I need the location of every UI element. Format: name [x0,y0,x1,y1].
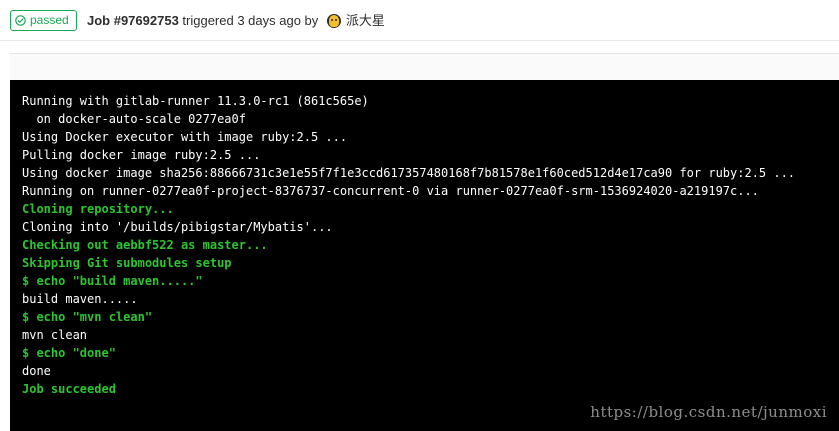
log-line: Cloning into '/builds/pibigstar/Mybatis'… [22,220,333,234]
triggered-text: triggered 3 days ago by [178,13,322,28]
job-log-terminal: Running with gitlab-runner 11.3.0-rc1 (8… [10,80,839,431]
log-line: $ echo "done" [22,346,116,360]
log-line: Using docker image sha256:88666731c3e1e5… [22,166,796,180]
log-line: Job succeeded [22,382,116,396]
log-line: done [22,364,51,378]
log-line: Running with gitlab-runner 11.3.0-rc1 (8… [22,94,369,108]
log-line: Cloning repository... [22,202,174,216]
log-line: build maven..... [22,292,138,306]
job-info: Job #97692753 triggered 3 days ago by 派大… [87,12,385,29]
log-line: mvn clean [22,328,88,342]
log-lines: Running with gitlab-runner 11.3.0-rc1 (8… [22,92,839,398]
log-toolbar [10,53,839,81]
log-line: on docker-auto-scale 0277ea0f [22,112,246,126]
status-badge[interactable]: passed [10,10,77,31]
log-line: Checking out aebbf522 as master... [22,238,268,252]
log-line: Skipping Git submodules setup [22,256,232,270]
job-page: passed Job #97692753 triggered 3 days ag… [0,0,839,431]
watermark: https://blog.csdn.net/junmoxi [590,403,827,421]
user-avatar[interactable] [326,13,341,28]
check-circle-icon [15,15,26,26]
log-line: Running on runner-0277ea0f-project-83767… [22,184,759,198]
user-name-link[interactable]: 派大星 [346,12,385,29]
log-line: Pulling docker image ruby:2.5 ... [22,148,261,162]
log-line: $ echo "build maven....." [22,274,203,288]
log-line: Using Docker executor with image ruby:2.… [22,130,348,144]
job-id: Job #97692753 [87,13,179,28]
job-header: passed Job #97692753 triggered 3 days ag… [0,0,839,41]
status-label: passed [30,13,69,27]
log-line: $ echo "mvn clean" [22,310,153,324]
